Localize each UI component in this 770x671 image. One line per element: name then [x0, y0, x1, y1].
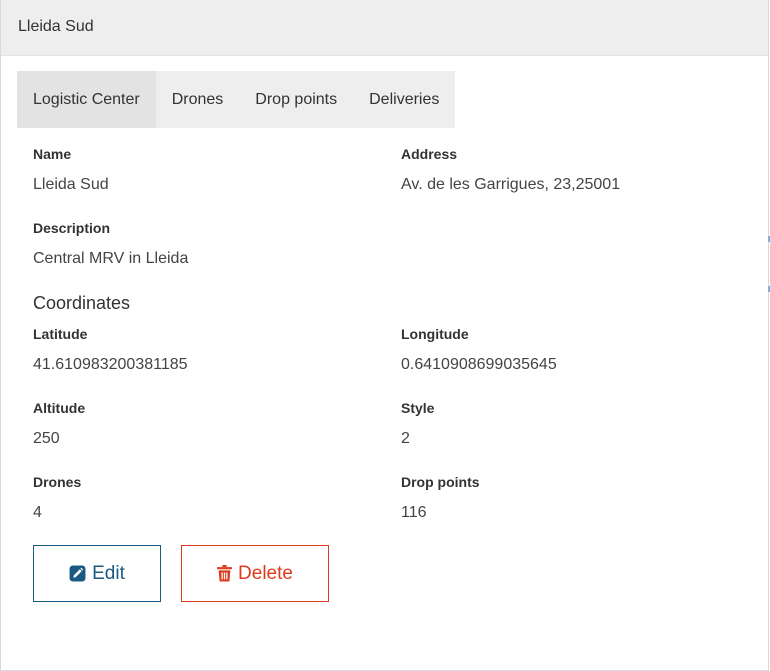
altitude-label: Altitude	[33, 400, 86, 416]
address-value: Av. de les Garrigues, 23,25001	[401, 176, 621, 193]
description-value: Central MRV in Lleida	[33, 250, 189, 267]
panel-header: Lleida Sud	[1, 0, 768, 56]
altitude-value: 250	[33, 430, 60, 447]
style-label: Style	[401, 400, 435, 416]
latitude-label: Latitude	[33, 326, 88, 342]
longitude-label: Longitude	[401, 326, 469, 342]
logistic-center-panel: Lleida Sud Logistic Center Drones Drop p…	[0, 0, 769, 671]
longitude-value: 0.6410908699035645	[401, 356, 557, 373]
name-label: Name	[33, 146, 72, 162]
tab-drones[interactable]: Drones	[156, 71, 240, 128]
edit-button[interactable]: Edit	[33, 545, 161, 602]
coordinates-heading: Coordinates	[33, 293, 131, 313]
trash-icon	[217, 565, 232, 582]
style-value: 2	[401, 430, 410, 447]
panel-title: Lleida Sud	[18, 18, 94, 35]
tab-logistic-center[interactable]: Logistic Center	[17, 71, 156, 128]
name-value: Lleida Sud	[33, 176, 109, 193]
tab-deliveries[interactable]: Deliveries	[353, 71, 455, 128]
delete-button[interactable]: Delete	[181, 545, 329, 602]
latitude-value: 41.610983200381185	[33, 356, 188, 373]
tab-bar: Logistic Center Drones Drop points Deliv…	[17, 71, 456, 128]
pencil-square-icon	[69, 565, 86, 582]
description-label: Description	[33, 220, 111, 236]
drones-count-label: Drones	[33, 474, 82, 490]
drones-count-value: 4	[33, 504, 42, 521]
delete-button-label: Delete	[238, 562, 293, 584]
tab-drop-points[interactable]: Drop points	[239, 71, 353, 128]
edit-button-label: Edit	[92, 562, 125, 584]
drop-points-count-label: Drop points	[401, 474, 480, 490]
address-label: Address	[401, 146, 458, 162]
drop-points-count-value: 116	[401, 504, 427, 521]
